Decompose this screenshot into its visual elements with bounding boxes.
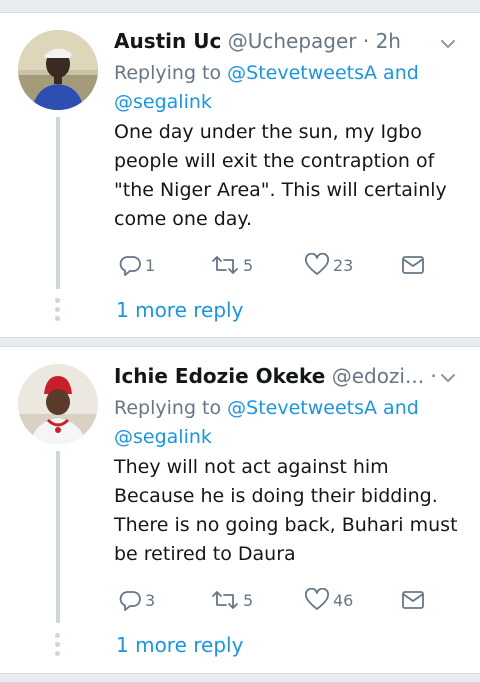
reply-icon: [119, 591, 141, 611]
tweet-text-line: "the Niger Area". This will certainly: [114, 179, 447, 201]
avatar[interactable]: [18, 30, 98, 110]
retweet-icon: [212, 256, 238, 274]
avatar[interactable]: [18, 364, 98, 444]
tweet-text-line: come one day.: [114, 208, 252, 230]
display-name[interactable]: Ichie Edozie Okeke: [114, 364, 325, 388]
like-icon: [305, 253, 329, 275]
direct-message-icon: [402, 591, 424, 609]
tweet-divider: [0, 337, 480, 347]
mention-link[interactable]: @StevetweetsA: [227, 397, 377, 419]
tweet-header: Austin Uc @Uchepager · 2h: [114, 27, 440, 55]
retweet-count: 5: [243, 255, 254, 275]
more-replies-link[interactable]: 1 more reply: [116, 631, 243, 659]
reply-icon: [119, 256, 141, 276]
tweet-actions: 3 5 46: [114, 585, 454, 615]
retweet-button[interactable]: 5: [210, 585, 253, 615]
direct-message-icon: [402, 256, 424, 274]
reply-count: 3: [145, 590, 156, 610]
thread-dots: [55, 298, 61, 325]
avatar-image: [18, 364, 98, 444]
user-handle[interactable]: @edozi...: [332, 364, 424, 388]
like-button[interactable]: 23: [304, 250, 353, 280]
tweet-text-line: be retired to Daura: [114, 543, 296, 565]
thread-dots: [55, 633, 61, 660]
like-count: 46: [333, 590, 354, 610]
top-divider: [0, 0, 480, 13]
replying-prefix: Replying to: [114, 397, 228, 419]
tweet-header: Ichie Edozie Okeke @edozi... · 2h: [114, 362, 440, 390]
thread-line: [56, 117, 60, 289]
timestamp[interactable]: · 2h: [357, 29, 401, 53]
replying-to: Replying to @StevetweetsA and @segalink: [114, 394, 454, 452]
tweet-actions: 1 5 23: [114, 250, 454, 280]
replying-and[interactable]: and: [377, 62, 419, 84]
tweet-text-line: Because he is doing their bidding.: [114, 485, 438, 507]
mention-link[interactable]: @segalink: [114, 426, 212, 448]
chevron-down-icon[interactable]: [438, 34, 458, 54]
chevron-down-icon[interactable]: [438, 368, 458, 388]
like-button[interactable]: 46: [304, 585, 353, 615]
tweet-text-line: people will exit the contraption of: [114, 150, 435, 172]
thread-line: [56, 451, 60, 623]
direct-message-button[interactable]: [400, 250, 426, 280]
tweet-text-line: One day under the sun, my Igbo: [114, 121, 422, 143]
replying-prefix: Replying to: [114, 62, 228, 84]
display-name[interactable]: Austin Uc: [114, 29, 221, 53]
reply-count: 1: [145, 255, 156, 275]
reply-button[interactable]: 3: [118, 585, 155, 615]
like-count: 23: [333, 255, 354, 275]
retweet-icon: [212, 591, 238, 609]
tweet-text: One day under the sun, my Igbo people wi…: [114, 118, 464, 234]
like-icon: [305, 588, 329, 610]
retweet-count: 5: [243, 590, 254, 610]
tweet-text-line: There is no going back, Buhari must: [114, 514, 458, 536]
replying-to: Replying to @StevetweetsA and @segalink: [114, 59, 454, 117]
avatar-image: [18, 30, 98, 110]
reply-button[interactable]: 1: [118, 250, 155, 280]
tweet-text: They will not act against him Because he…: [114, 453, 464, 569]
more-replies-link[interactable]: 1 more reply: [116, 296, 243, 324]
replying-and[interactable]: and: [377, 397, 419, 419]
tweet-divider: [0, 673, 480, 683]
retweet-button[interactable]: 5: [210, 250, 253, 280]
tweet-text-line: They will not act against him: [114, 456, 389, 478]
mention-link[interactable]: @StevetweetsA: [227, 62, 377, 84]
direct-message-button[interactable]: [400, 585, 426, 615]
user-handle[interactable]: @Uchepager: [228, 29, 357, 53]
mention-link[interactable]: @segalink: [114, 91, 212, 113]
